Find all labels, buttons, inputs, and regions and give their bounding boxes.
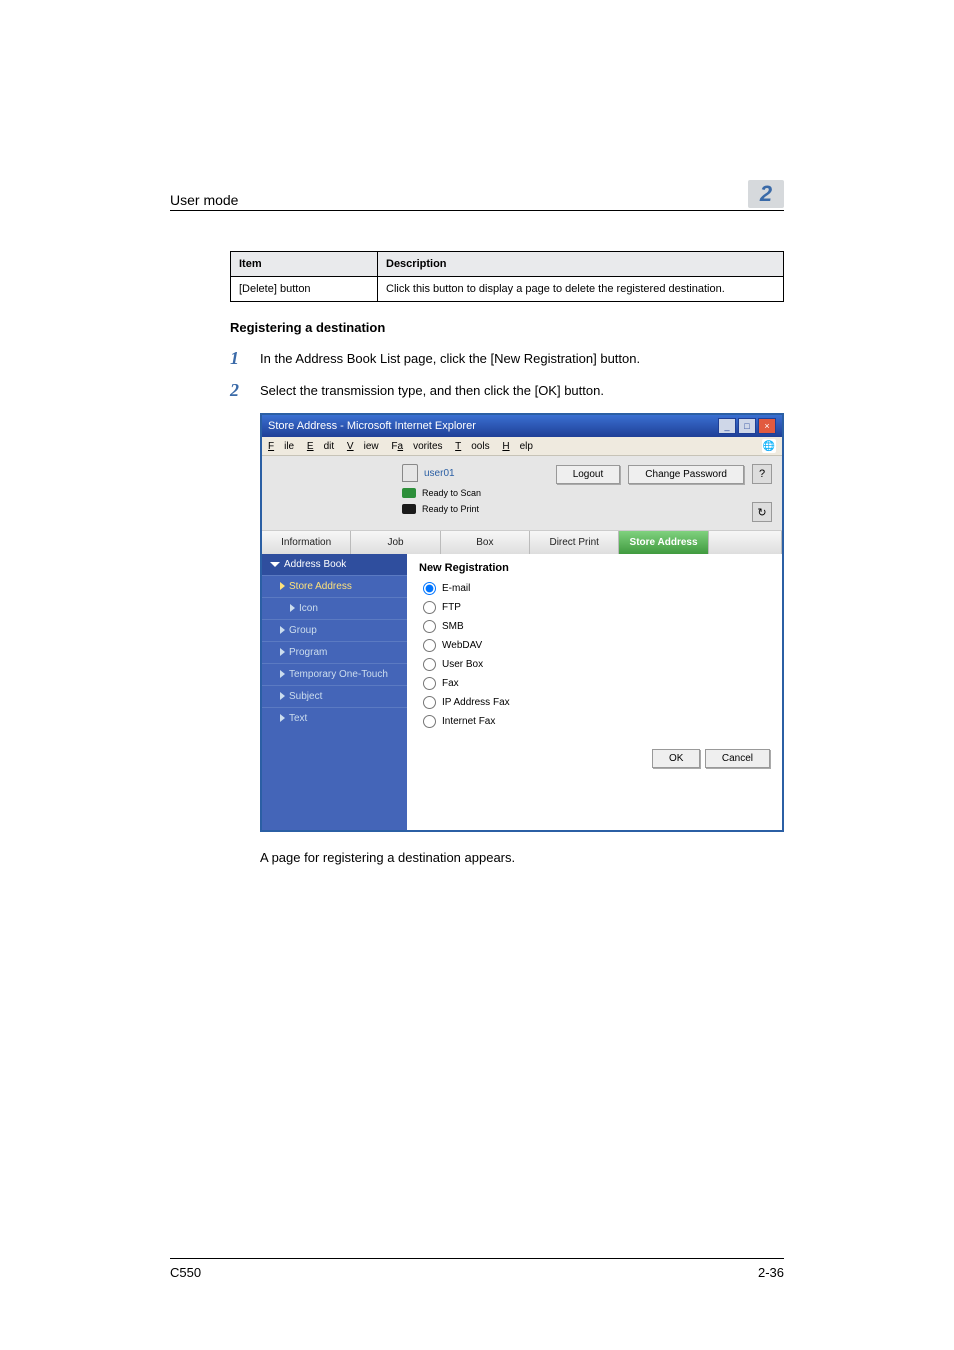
radio-smb[interactable]: SMB	[423, 620, 770, 633]
sidebar-header[interactable]: Address Book	[262, 554, 407, 575]
help-icon[interactable]: ?	[752, 464, 772, 484]
ie-logo-icon: 🌐	[762, 439, 776, 453]
user-icon	[402, 464, 418, 482]
radio-internetfax[interactable]: Internet Fax	[423, 715, 770, 728]
cell-item: [Delete] button	[231, 277, 378, 302]
tab-store-address[interactable]: Store Address	[619, 531, 708, 554]
table-row: [Delete] button Click this button to dis…	[231, 277, 784, 302]
sidebar-item-icon[interactable]: Icon	[262, 597, 407, 619]
tab-information[interactable]: Information	[262, 531, 351, 554]
tab-job[interactable]: Job	[351, 531, 440, 554]
menu-help[interactable]: Help	[502, 441, 533, 452]
sidebar-item-program[interactable]: Program	[262, 641, 407, 663]
menu-view[interactable]: View	[347, 441, 379, 452]
logout-button[interactable]: Logout	[556, 465, 621, 484]
step-number: 1	[230, 349, 260, 367]
printer-status-icon	[402, 504, 416, 514]
cancel-button[interactable]: Cancel	[705, 749, 770, 768]
window-title: Store Address - Microsoft Internet Explo…	[268, 420, 476, 432]
radio-email[interactable]: E-mail	[423, 582, 770, 595]
scanner-status-icon	[402, 488, 416, 498]
close-icon[interactable]: ×	[758, 418, 776, 434]
cell-desc: Click this button to display a page to d…	[378, 277, 784, 302]
footer-model: C550	[170, 1265, 201, 1280]
sidebar-item-subject[interactable]: Subject	[262, 685, 407, 707]
refresh-icon[interactable]: ↻	[752, 502, 772, 522]
radio-fax[interactable]: Fax	[423, 677, 770, 690]
step-text: In the Address Book List page, click the…	[260, 349, 784, 366]
col-item: Item	[231, 252, 378, 277]
radio-userbox[interactable]: User Box	[423, 658, 770, 671]
tab-empty	[709, 531, 782, 554]
chapter-badge: 2	[748, 180, 784, 208]
menu-favorites[interactable]: Favorites	[391, 441, 442, 452]
step-number: 2	[230, 381, 260, 399]
running-head: User mode	[170, 192, 238, 208]
panel-title: New Registration	[419, 562, 770, 574]
menu-file[interactable]: FFileile	[268, 441, 294, 452]
radio-ipfax[interactable]: IP Address Fax	[423, 696, 770, 709]
username: user01	[424, 468, 455, 479]
sidebar-item-text[interactable]: Text	[262, 707, 407, 729]
sidebar-item-group[interactable]: Group	[262, 619, 407, 641]
radio-ftp[interactable]: FTP	[423, 601, 770, 614]
scanner-status: Ready to Scan	[422, 488, 481, 498]
section-heading: Registering a destination	[230, 320, 784, 335]
change-password-button[interactable]: Change Password	[628, 465, 744, 484]
info-table: Item Description [Delete] button Click t…	[230, 251, 784, 302]
tab-direct-print[interactable]: Direct Print	[530, 531, 619, 554]
menu-tools[interactable]: Tools	[455, 441, 489, 452]
ok-button[interactable]: OK	[652, 749, 700, 768]
maximize-icon[interactable]: □	[738, 418, 756, 434]
menu-edit[interactable]: Edit	[307, 441, 334, 452]
tab-box[interactable]: Box	[441, 531, 530, 554]
figure-caption: A page for registering a destination app…	[260, 850, 784, 865]
step-text: Select the transmission type, and then c…	[260, 381, 784, 398]
radio-webdav[interactable]: WebDAV	[423, 639, 770, 652]
sidebar-item-temporary[interactable]: Temporary One-Touch	[262, 663, 407, 685]
sidebar-item-store-address[interactable]: Store Address	[262, 575, 407, 597]
screenshot-window: Store Address - Microsoft Internet Explo…	[260, 413, 784, 832]
printer-status: Ready to Print	[422, 504, 479, 514]
sidebar: Address Book Store Address Icon Group Pr…	[262, 554, 407, 830]
minimize-icon[interactable]: _	[718, 418, 736, 434]
footer-page: 2-36	[758, 1265, 784, 1280]
col-description: Description	[378, 252, 784, 277]
